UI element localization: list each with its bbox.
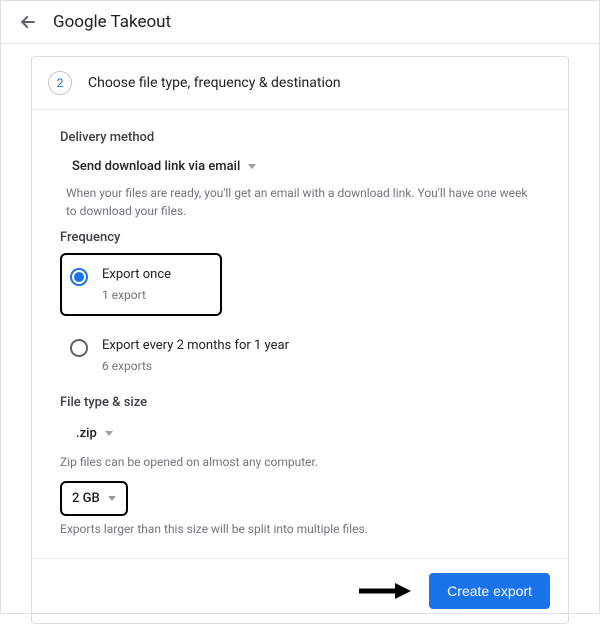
delivery-method-dropdown[interactable]: Send download link via email (66, 153, 262, 180)
filetype-helper: Zip files can be opened on almost any co… (60, 453, 540, 471)
filesize-dropdown[interactable]: 2 GB (60, 481, 128, 516)
create-export-button[interactable]: Create export (429, 573, 550, 609)
delivery-selected: Send download link via email (72, 159, 240, 174)
filesize-selected: 2 GB (72, 491, 100, 506)
frequency-once-sub: 1 export (102, 288, 171, 302)
arrow-right-annotation-icon (357, 581, 411, 601)
step-number-badge: 2 (48, 71, 72, 95)
app-title: Google Takeout (53, 12, 171, 32)
delivery-helper: When your files are ready, you'll get an… (66, 184, 540, 220)
radio-icon-unselected (70, 339, 88, 357)
step-title: Choose file type, frequency & destinatio… (88, 75, 341, 91)
step-card: 2 Choose file type, frequency & destinat… (31, 56, 569, 624)
frequency-label: Frequency (60, 230, 540, 245)
frequency-option-once[interactable]: Export once 1 export (60, 253, 222, 316)
frequency-bimonthly-sub: 6 exports (102, 359, 289, 373)
filetype-label: File type & size (60, 395, 540, 410)
filesize-helper: Exports larger than this size will be sp… (60, 520, 540, 538)
frequency-once-title: Export once (102, 267, 171, 282)
filetype-dropdown[interactable]: .zip (66, 418, 123, 449)
chevron-down-icon (108, 496, 116, 501)
step-header: 2 Choose file type, frequency & destinat… (32, 57, 568, 110)
radio-icon-selected (70, 268, 88, 286)
delivery-label: Delivery method (60, 130, 540, 145)
chevron-down-icon (248, 164, 256, 169)
chevron-down-icon (105, 431, 113, 436)
frequency-option-bimonthly[interactable]: Export every 2 months for 1 year 6 expor… (60, 324, 540, 387)
filetype-selected: .zip (76, 426, 97, 441)
back-icon[interactable] (17, 11, 39, 33)
frequency-bimonthly-title: Export every 2 months for 1 year (102, 338, 289, 353)
